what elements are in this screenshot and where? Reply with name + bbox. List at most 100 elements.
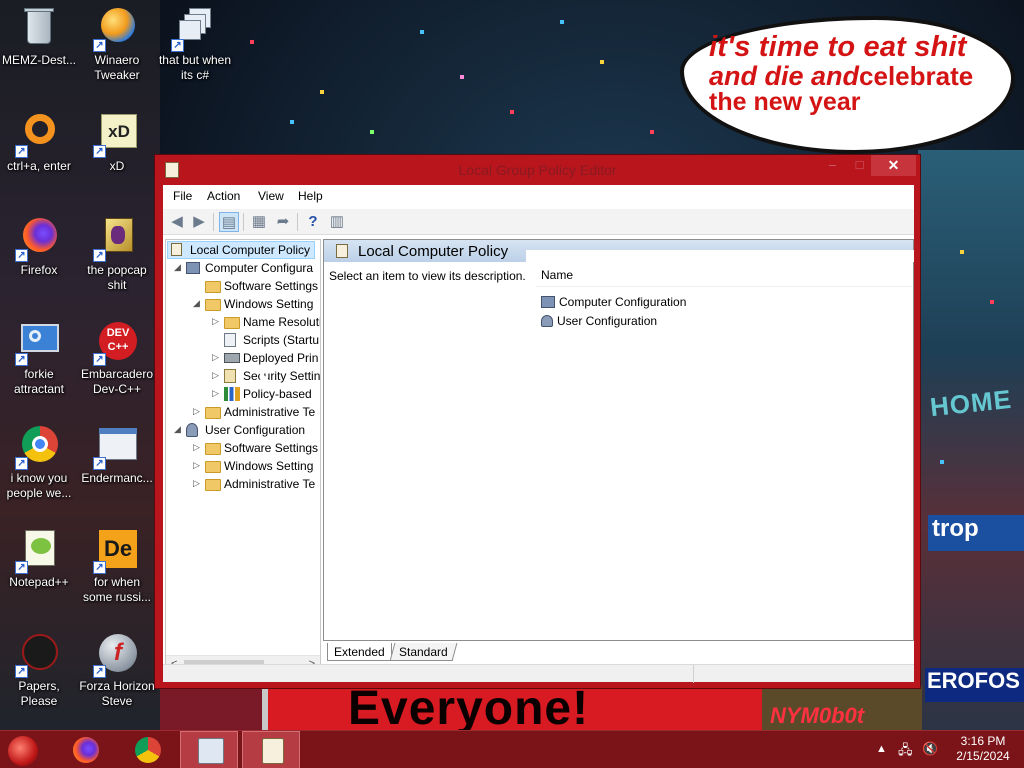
forward-arrow-icon[interactable]: ▶ (189, 212, 209, 232)
expand-arrow-icon[interactable]: ▷ (212, 370, 222, 381)
folder-icon (224, 317, 240, 329)
properties-icon[interactable]: ▦ (249, 212, 269, 232)
maximize-button[interactable]: □ (846, 155, 873, 176)
desktop-icon-label: forkie attractant (13, 367, 65, 396)
wallpaper-right (918, 150, 1024, 730)
console-tree[interactable]: Local Computer Policy ◢ Computer Configu… (165, 239, 321, 674)
desktop-icon-memz[interactable]: MEMZ-Dest... (0, 6, 78, 68)
desktop-icon-forza[interactable]: f ↗ Forza Horizon Steve (78, 632, 156, 709)
desktop-icon-xd[interactable]: xD ↗ xD (78, 112, 156, 174)
desktop-icon-label: ctrl+a, enter (7, 159, 71, 173)
user-icon (186, 423, 198, 437)
title-bar[interactable]: Local Group Policy Editor – □ ✕ (155, 155, 920, 185)
volume-muted-icon[interactable]: 🔇 (922, 741, 938, 757)
desktop-icon-label: Forza Horizon Steve (79, 679, 155, 708)
expand-arrow-icon[interactable]: ▷ (193, 442, 203, 453)
tree-item-name-resolution[interactable]: ▷ Name Resoluti (212, 314, 320, 332)
tree-item-windows-settings[interactable]: ◢ Windows Setting (193, 296, 320, 314)
tree-item-label: Local Computer Policy (190, 243, 311, 257)
desktop-icon-firefox[interactable]: ↗ Firefox (0, 216, 78, 278)
expand-arrow-icon[interactable]: ▷ (193, 460, 203, 471)
list-item-user-configuration[interactable]: User Configuration (541, 314, 657, 328)
tree-item-policy-based-qos[interactable]: ▷ Policy-based (212, 386, 320, 404)
expand-arrow-icon[interactable]: ▷ (212, 352, 222, 363)
clock[interactable]: 3:16 PM 2/15/2024 (948, 734, 1018, 764)
desktop-icon-forwhen[interactable]: De ↗ for when some russi... (78, 528, 156, 605)
confetti (650, 130, 654, 134)
control-panel-icon: ↗ (15, 320, 61, 366)
shortcut-arrow-icon: ↗ (15, 665, 28, 678)
desktop-icon-label: Papers, Please (18, 679, 60, 708)
tab-standard[interactable]: Standard (389, 643, 458, 661)
collapse-arrow-icon[interactable]: ◢ (174, 424, 184, 435)
desktop-icon-endermanc[interactable]: ↗ Endermanc... (78, 424, 156, 486)
close-button[interactable]: ✕ (871, 155, 916, 176)
menu-view[interactable]: View (258, 189, 284, 203)
tree-item-user-administrative-templates[interactable]: ▷ Administrative Te (193, 476, 320, 494)
tree-item-scripts[interactable]: Scripts (Startu (212, 332, 320, 350)
tree-item-local-computer-policy[interactable]: Local Computer Policy (167, 241, 315, 259)
chart-icon (224, 387, 240, 401)
expand-arrow-icon[interactable]: ▷ (212, 316, 222, 327)
taskbar-control-panel[interactable] (180, 731, 238, 768)
details-title: Local Computer Policy (358, 243, 509, 260)
desktop-icon-papers[interactable]: ↗ Papers, Please (0, 632, 78, 709)
group-policy-editor-window: Local Group Policy Editor – □ ✕ File Act… (154, 154, 921, 689)
description-text: Select an item to view its description. (329, 269, 526, 283)
tree-item-user-windows-settings[interactable]: ▷ Windows Setting (193, 458, 320, 476)
confetti (420, 30, 424, 34)
folder-icon (205, 299, 221, 311)
menu-action[interactable]: Action (207, 189, 240, 203)
desktop-icon-ctrla[interactable]: ↗ ctrl+a, enter (0, 112, 78, 174)
taskbar-gpedit[interactable] (242, 731, 300, 768)
desktop-icon-label: the popcap shit (87, 263, 147, 292)
desktop-icon-notepadpp[interactable]: ↗ Notepad++ (0, 528, 78, 590)
desktop-icon-popcap[interactable]: ↗ the popcap shit (78, 216, 156, 293)
show-hide-console-tree-icon[interactable]: ▤ (219, 212, 239, 232)
menu-file[interactable]: File (173, 189, 192, 203)
column-divider (536, 286, 912, 287)
gpedit-icon (262, 738, 284, 764)
network-icon[interactable]: 🖧 (898, 741, 913, 763)
tree-item-user-software-settings[interactable]: ▷ Software Settings (193, 440, 320, 458)
tree-item-user-configuration[interactable]: ◢ User Configuration (174, 422, 320, 440)
desktop-icon-forkie[interactable]: ↗ forkie attractant (0, 320, 78, 397)
tab-extended[interactable]: Extended (327, 643, 392, 661)
collapse-arrow-icon[interactable]: ◢ (193, 298, 203, 309)
tree-item-software-settings[interactable]: Software Settings (193, 278, 320, 296)
tree-item-deployed-printers[interactable]: ▷ Deployed Prin (212, 350, 320, 368)
minimize-button[interactable]: – (819, 155, 846, 176)
toolbar-separator (297, 213, 298, 231)
desktop-icon-thatbut[interactable]: ↗ that but when its c# (156, 6, 234, 83)
collapse-arrow-icon[interactable]: ◢ (174, 262, 184, 273)
printer-icon (224, 353, 240, 363)
show-hidden-icons-icon[interactable]: ▲ (876, 743, 887, 755)
window-icon: ↗ (93, 424, 139, 470)
desktop-icon-label: Endermanc... (81, 471, 153, 485)
action-pane-icon[interactable]: ▥ (327, 212, 347, 232)
tree-item-label: User Configuration (205, 423, 306, 437)
desktop-icon-chrome[interactable]: ↗ i know you people we... (0, 424, 78, 501)
start-button[interactable] (8, 736, 38, 766)
flash-icon: f ↗ (93, 632, 139, 678)
folder-icon (205, 461, 221, 473)
expand-arrow-icon[interactable]: ▷ (193, 478, 203, 489)
bubble-line-2a: and die and (709, 61, 860, 91)
desktop-icon-devcpp[interactable]: DEV C++ ↗ Embarcadero Dev-C++ (78, 320, 156, 397)
taskbar-firefox[interactable] (56, 731, 114, 768)
expand-arrow-icon[interactable]: ▷ (212, 388, 222, 399)
taskbar-chrome[interactable] (118, 731, 176, 768)
help-icon[interactable]: ? (303, 212, 323, 232)
script-icon (224, 333, 236, 347)
confetti (940, 460, 944, 464)
desktop-icon-winaero[interactable]: ↗ Winaero Tweaker (78, 6, 156, 83)
tree-item-administrative-templates[interactable]: ▷ Administrative Te (193, 404, 320, 422)
export-list-icon[interactable]: ➦ (273, 212, 293, 232)
tree-item-label: Windows Setting (224, 459, 314, 473)
back-arrow-icon[interactable]: ◀ (167, 212, 187, 232)
expand-arrow-icon[interactable]: ▷ (193, 406, 203, 417)
list-item-computer-configuration[interactable]: Computer Configuration (541, 295, 686, 309)
menu-help[interactable]: Help (298, 189, 323, 203)
column-header-name[interactable]: Name (541, 268, 573, 282)
tree-item-computer-configuration[interactable]: ◢ Computer Configura (174, 260, 320, 278)
